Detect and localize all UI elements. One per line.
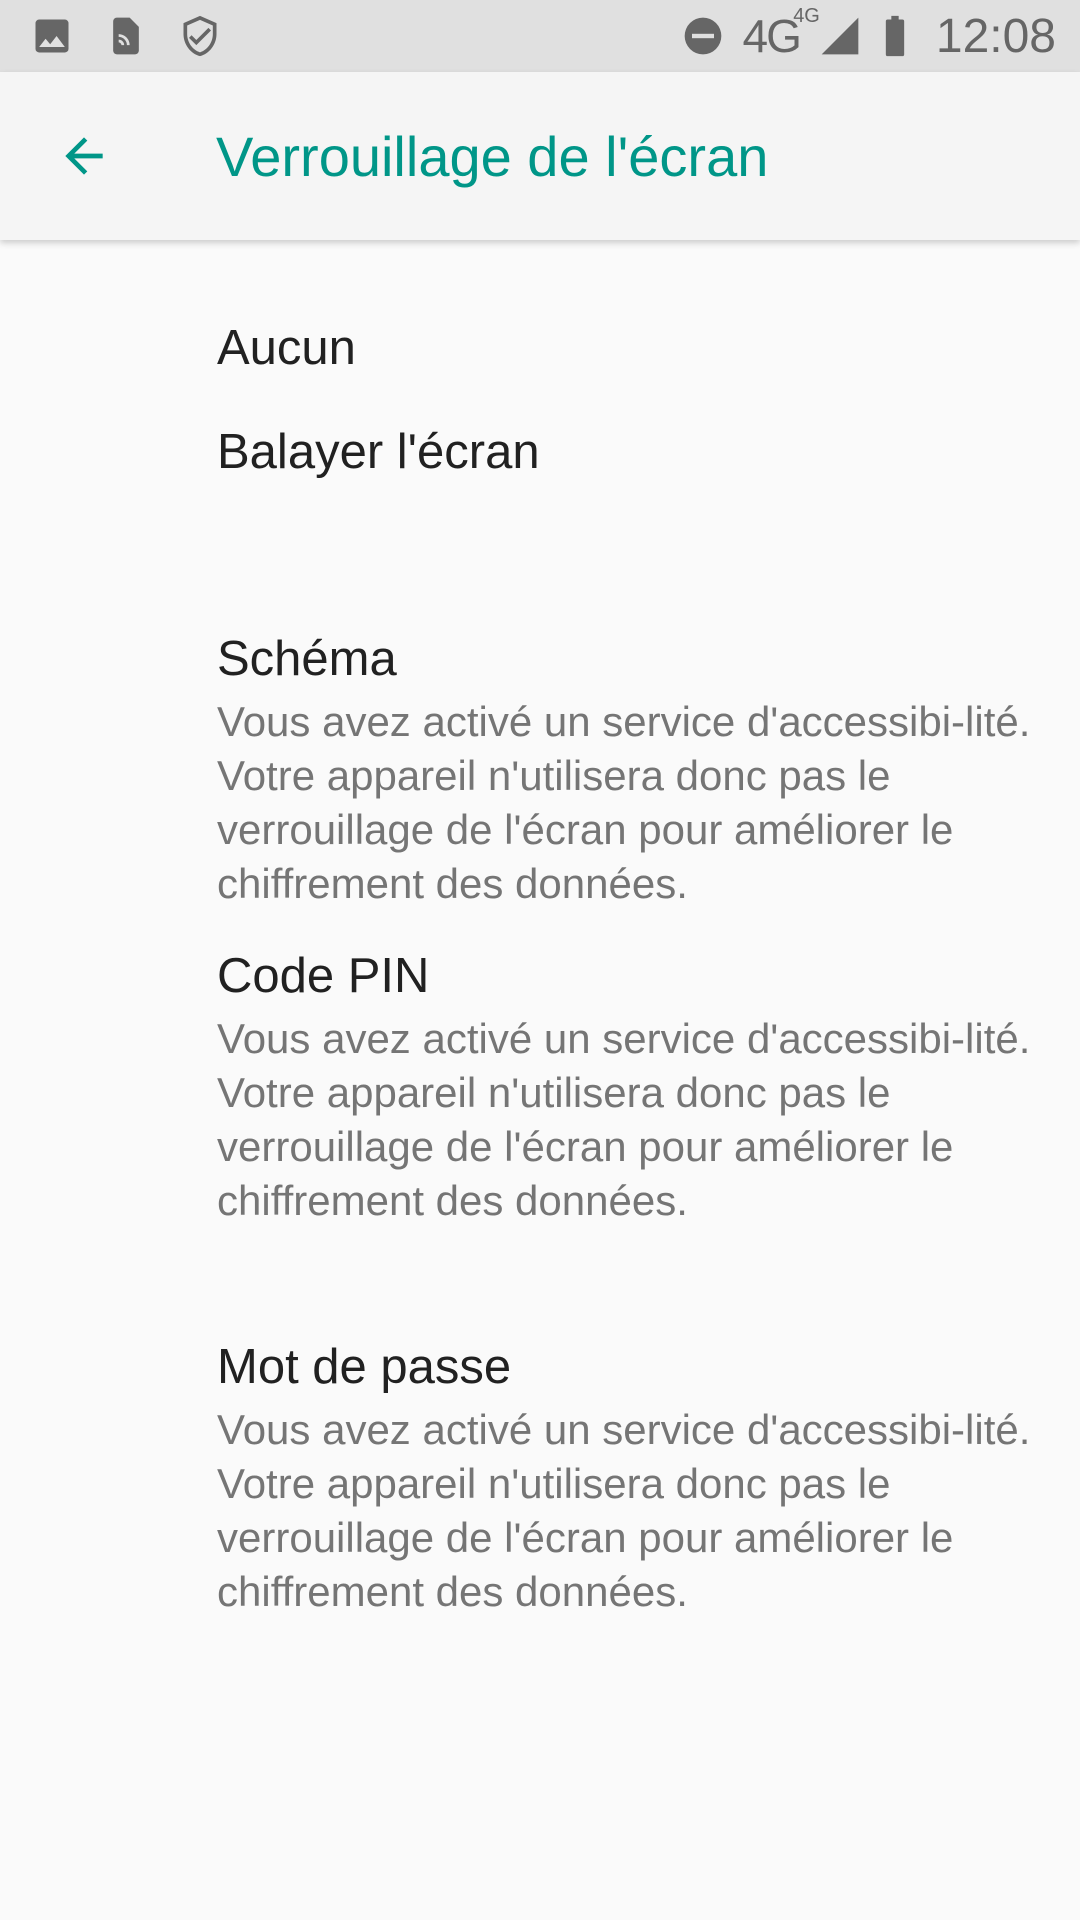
do-not-disturb-icon [681, 14, 725, 58]
status-left-icons [30, 14, 222, 58]
lock-options-list: Aucun Balayer l'écran Schéma Vous avez a… [0, 240, 1080, 1637]
status-bar: 4G 4G 12:08 [0, 0, 1080, 72]
option-pattern[interactable]: Schéma Vous avez activé un service d'acc… [0, 555, 1080, 946]
status-right-icons: 4G 4G 12:08 [681, 5, 1056, 64]
option-title: Code PIN [217, 949, 430, 1003]
back-button[interactable] [36, 108, 132, 204]
option-swipe[interactable]: Balayer l'écran [0, 425, 1080, 555]
option-summary: Vous avez activé un service d'accessibi-… [217, 1406, 1031, 1615]
page-title: Verrouillage de l'écran [216, 124, 769, 188]
shield-check-icon [178, 14, 222, 58]
option-summary: Vous avez activé un service d'accessibi-… [217, 698, 1031, 907]
option-title: Balayer l'écran [217, 425, 540, 479]
option-summary: Vous avez activé un service d'accessibi-… [217, 1015, 1031, 1224]
battery-icon [880, 14, 910, 58]
option-title: Aucun [217, 320, 356, 375]
option-password[interactable]: Mot de passe Vous avez activé un service… [0, 1337, 1080, 1637]
arrow-back-icon [65, 137, 103, 175]
option-none[interactable]: Aucun [0, 240, 1080, 455]
option-pin[interactable]: Code PIN Vous avez activé un service d'a… [0, 946, 1080, 1337]
network-type: 4G 4G [742, 5, 820, 62]
signal-icon [818, 14, 862, 58]
app-bar: Verrouillage de l'écran [0, 72, 1080, 240]
image-icon [30, 14, 74, 58]
nfc-tag-icon [104, 14, 148, 58]
clock: 12:08 [935, 9, 1056, 63]
option-title: Mot de passe [217, 1340, 512, 1394]
option-title: Schéma [217, 632, 397, 686]
